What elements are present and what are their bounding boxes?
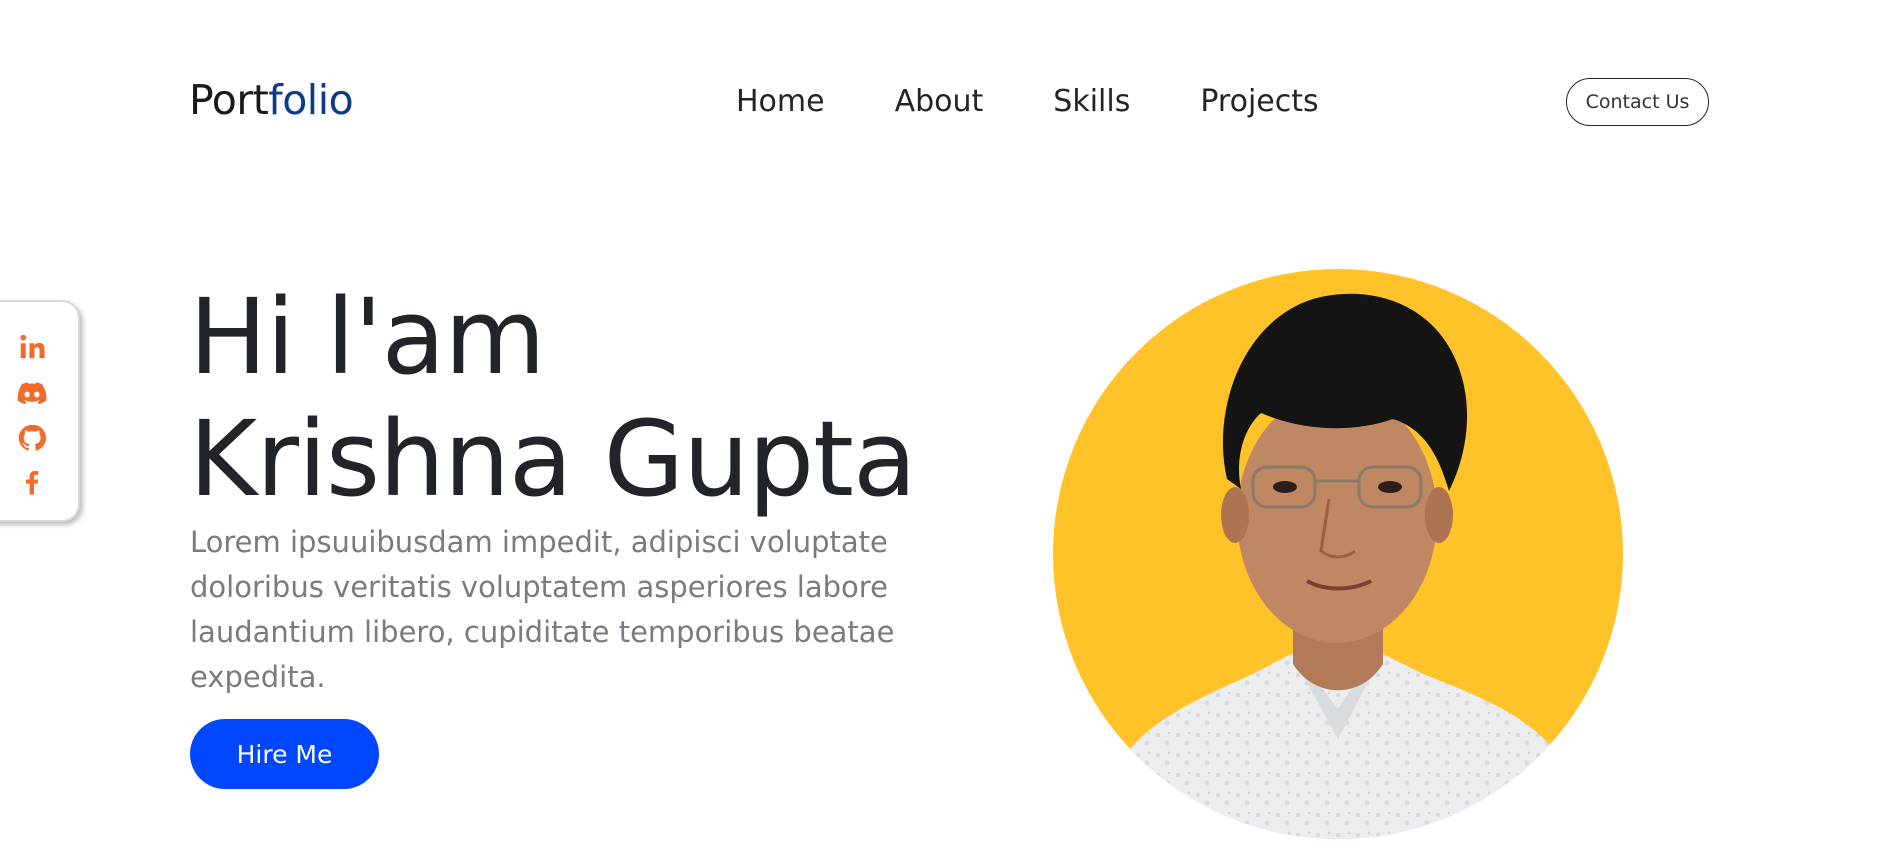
hire-me-button[interactable]: Hire Me — [190, 719, 379, 789]
social-links-panel — [0, 300, 80, 522]
main-nav: Home About Skills Projects — [736, 80, 1319, 124]
linkedin-icon[interactable] — [17, 332, 47, 362]
hero-heading: Hi l'am Krishna Gupta — [189, 276, 917, 520]
contact-us-button[interactable]: Contact Us — [1566, 78, 1709, 126]
site-header: Portfolio Home About Skills Projects Con… — [0, 0, 1900, 200]
nav-about[interactable]: About — [895, 80, 984, 124]
hero-name: Krishna Gupta — [189, 398, 917, 520]
logo-text-accent: folio — [268, 76, 354, 124]
hero-description: Lorem ipsuuibusdam impedit, adipisci vol… — [190, 525, 895, 694]
github-icon[interactable] — [17, 423, 47, 453]
facebook-icon[interactable] — [17, 467, 47, 497]
profile-photo — [1053, 269, 1623, 839]
hero-greeting: Hi l'am — [189, 276, 546, 398]
discord-icon[interactable] — [17, 378, 47, 408]
nav-projects[interactable]: Projects — [1200, 80, 1318, 124]
nav-home[interactable]: Home — [736, 80, 825, 124]
logo[interactable]: Portfolio — [189, 74, 354, 126]
nav-skills[interactable]: Skills — [1053, 80, 1130, 124]
logo-text-main: Port — [189, 76, 269, 124]
